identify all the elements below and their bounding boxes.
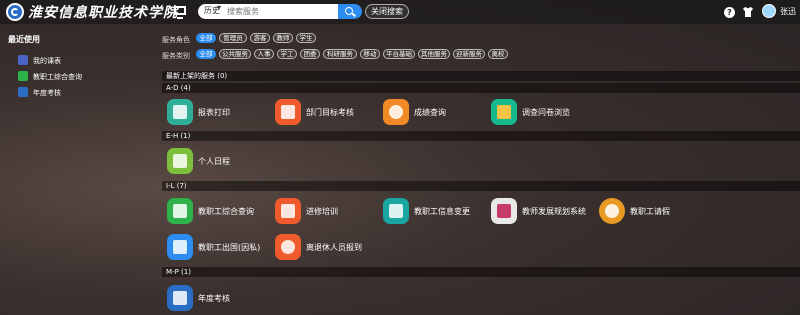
service-report-print[interactable]: 报表打印 [167,99,287,127]
section-header-m-p: M-P (1) [162,267,800,277]
airplane-icon [167,234,193,260]
service-label: 部门目标考核 [306,108,354,117]
service-staff-abroad[interactable]: 教职工出国(因私) [167,234,287,262]
grade-query-icon [383,99,409,125]
category-chip-welcome[interactable]: 迎新服务 [453,49,485,59]
timetable-icon [18,55,28,65]
service-label: 个人日程 [198,157,230,166]
service-label: 调查问卷浏览 [522,108,570,117]
role-chip-all[interactable]: 全部 [196,33,216,43]
search-box: 历史 ▾ [198,3,338,19]
service-training[interactable]: 进修培训 [275,198,395,226]
service-teacher-development[interactable]: 教师发展规划系统 [491,198,611,226]
role-chip-guest[interactable]: 游客 [250,33,270,43]
training-icon [275,198,301,224]
school-logo-icon[interactable] [6,3,24,21]
section-header-a-d: A-D (4) [162,83,800,93]
sidebar-item-label: 教职工综合查询 [33,73,82,81]
service-label: 报表打印 [198,108,230,117]
avatar[interactable] [762,4,776,18]
service-label: 成绩查询 [414,108,446,117]
service-retiree-register[interactable]: 离退休人员报到 [275,234,395,262]
staff-query-icon [167,198,193,224]
search-icon[interactable] [338,4,362,19]
sidebar-item-label: 我的课表 [33,57,61,65]
category-chip-other[interactable]: 其他服务 [418,49,450,59]
category-chip-hr[interactable]: 人事 [254,49,274,59]
service-personal-schedule[interactable]: 个人日程 [167,148,287,176]
growth-chart-icon [491,198,517,224]
service-label: 年度考核 [198,294,230,303]
category-chip-student-affairs[interactable]: 学工 [277,49,297,59]
staff-query-icon [18,71,28,81]
service-label: 教师发展规划系统 [522,207,586,216]
service-label: 教职工综合查询 [198,207,254,216]
category-chip-public[interactable]: 公共服务 [219,49,251,59]
school-name: 淮安信息职业技术学院 [28,5,178,21]
role-chip-teacher[interactable]: 教师 [273,33,293,43]
service-label: 教职工出国(因私) [198,243,261,252]
role-chip-admin[interactable]: 管理员 [219,33,247,43]
calendar-icon [167,148,193,174]
close-search-button[interactable]: 关闭搜索 [365,4,409,19]
chevron-down-icon[interactable]: ▾ [217,3,221,12]
service-dept-target-review[interactable]: 部门目标考核 [275,99,395,127]
service-label: 进修培训 [306,207,338,216]
category-chip-leave-school[interactable]: 离校 [488,49,508,59]
category-chip-mobile[interactable]: 移动 [360,49,380,59]
category-filter-label: 服务类别 [162,52,190,60]
category-chip-youth-league[interactable]: 团委 [300,49,320,59]
service-label: 教职工请假 [630,207,670,216]
clipboard-icon [167,285,193,311]
category-chip-all[interactable]: 全部 [196,49,216,59]
person-icon [599,198,625,224]
service-staff-info-change[interactable]: 教职工信息变更 [383,198,503,226]
role-filter-label: 服务角色 [162,36,190,44]
category-chip-research[interactable]: 科研服务 [323,49,357,59]
elder-person-icon [275,234,301,260]
category-chip-platform[interactable]: 平台基础 [383,49,415,59]
id-card-icon [383,198,409,224]
monitor-icon[interactable] [174,6,186,19]
service-survey-browse[interactable]: 调查问卷浏览 [491,99,611,127]
role-chip-student[interactable]: 学生 [296,33,316,43]
printer-icon [167,99,193,125]
annual-review-icon [18,87,28,97]
service-label: 离退休人员报到 [306,243,362,252]
service-staff-leave[interactable]: 教职工请假 [599,198,719,226]
target-review-icon [275,99,301,125]
service-annual-review[interactable]: 年度考核 [167,285,287,313]
shirt-icon[interactable] [742,6,754,18]
recent-title: 最近使用 [8,35,40,44]
service-staff-query[interactable]: 教职工综合查询 [167,198,287,226]
section-header-i-l: I-L (7) [162,181,800,191]
service-label: 教职工信息变更 [414,207,470,216]
help-icon[interactable]: ? [724,7,735,18]
section-header-new: 最新上架的服务 (0) [162,71,800,81]
section-header-e-h: E-H (1) [162,131,800,141]
search-input[interactable] [227,5,327,17]
service-grade-query[interactable]: 成绩查询 [383,99,503,127]
sidebar-item-label: 年度考核 [33,89,61,97]
username[interactable]: 张迅 [780,6,796,17]
survey-icon [491,99,517,125]
